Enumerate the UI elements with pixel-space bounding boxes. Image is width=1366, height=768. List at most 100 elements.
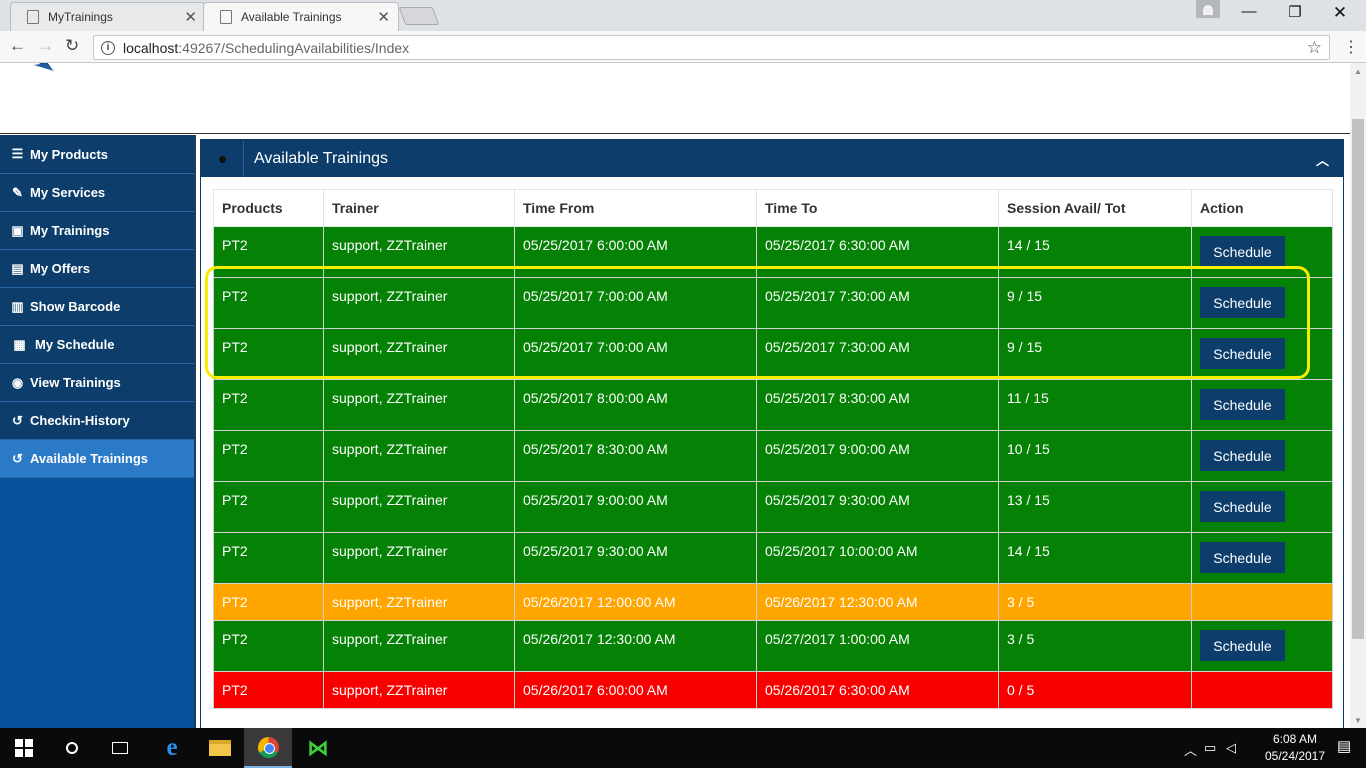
- table-row: PT2 support, ZZTrainer 05/25/2017 8:00:00 …: [213, 379, 1333, 431]
- column-header-products: Products: [213, 189, 324, 227]
- cell-product: PT2: [213, 430, 324, 482]
- volume-muted-icon[interactable]: ◁: [1226, 740, 1236, 756]
- bookmark-star-icon[interactable]: ☆: [1307, 38, 1322, 58]
- schedule-button[interactable]: Schedule: [1200, 287, 1285, 318]
- cell-sessions: 10 / 15: [998, 430, 1192, 482]
- cell-product: PT2: [213, 620, 324, 672]
- t-badge-icon: ▣: [11, 222, 24, 238]
- barcode-icon: ▥: [11, 298, 24, 314]
- sidebar-item-my-products[interactable]: ☰ My Products: [0, 135, 194, 174]
- scrollbar-thumb[interactable]: [1352, 119, 1364, 639]
- close-icon[interactable]: ✕: [184, 8, 197, 26]
- cell-time-to: 05/25/2017 8:30:00 AM: [756, 379, 999, 431]
- cell-time-to: 05/25/2017 7:30:00 AM: [756, 277, 999, 329]
- sidebar-item-my-offers[interactable]: ▤ My Offers: [0, 250, 194, 288]
- network-icon[interactable]: ▭: [1204, 740, 1216, 756]
- url-host: localhost: [123, 39, 179, 56]
- cell-action: Schedule: [1191, 379, 1333, 431]
- cell-trainer: support, ZZTrainer: [323, 671, 515, 709]
- column-header-action: Action: [1191, 189, 1333, 227]
- schedule-button[interactable]: Schedule: [1200, 338, 1285, 369]
- table-row: PT2 support, ZZTrainer 05/25/2017 6:00:00 …: [213, 226, 1333, 278]
- schedule-button[interactable]: Schedule: [1200, 236, 1285, 267]
- visual-studio-icon[interactable]: ⋈: [294, 728, 342, 768]
- notifications-icon[interactable]: ▤: [1337, 737, 1351, 755]
- schedule-button[interactable]: Schedule: [1200, 389, 1285, 420]
- scroll-up-arrow-icon[interactable]: ▲: [1354, 67, 1362, 76]
- cell-sessions: 11 / 15: [998, 379, 1192, 431]
- cell-time-to: 05/25/2017 9:30:00 AM: [756, 481, 999, 533]
- reload-icon[interactable]: ↻: [65, 36, 79, 56]
- cell-product: PT2: [213, 671, 324, 709]
- browser-toolbar: ← → ↻ i localhost:49267/SchedulingAvaila…: [0, 31, 1366, 63]
- schedule-button[interactable]: Schedule: [1200, 630, 1285, 661]
- minimize-icon[interactable]: —: [1229, 3, 1269, 20]
- sidebar-item-view-trainings[interactable]: ◉ View Trainings: [0, 364, 194, 402]
- sidebar-item-show-barcode[interactable]: ▥ Show Barcode: [0, 288, 194, 326]
- close-icon[interactable]: ✕: [377, 8, 390, 26]
- cell-trainer: support, ZZTrainer: [323, 532, 515, 584]
- sidebar-item-my-schedule[interactable]: ▦ My Schedule: [0, 326, 194, 364]
- sidebar-item-my-services[interactable]: ✎ My Services: [0, 174, 194, 212]
- cell-action: [1191, 671, 1333, 709]
- search-icon[interactable]: [48, 728, 96, 768]
- file-explorer-icon[interactable]: [196, 728, 244, 768]
- show-hidden-icons-icon[interactable]: ︿: [1184, 740, 1197, 759]
- table-row: PT2 support, ZZTrainer 05/25/2017 9:30:00 …: [213, 532, 1333, 584]
- cell-sessions: 3 / 5: [998, 620, 1192, 672]
- maximize-icon[interactable]: ❐: [1275, 3, 1315, 21]
- profile-icon[interactable]: [1196, 0, 1220, 18]
- cell-sessions: 14 / 15: [998, 226, 1192, 278]
- sidebar-item-label: My Trainings: [30, 223, 110, 238]
- cell-action: [1191, 583, 1333, 621]
- cell-trainer: support, ZZTrainer: [323, 379, 515, 431]
- table-header-row: Products Trainer Time From Time To Sessi…: [213, 189, 1333, 227]
- cell-product: PT2: [213, 328, 324, 380]
- schedule-button[interactable]: Schedule: [1200, 491, 1285, 522]
- tab-title: MyTrainings: [48, 10, 113, 24]
- cell-trainer: support, ZZTrainer: [323, 430, 515, 482]
- cell-time-from: 05/25/2017 8:30:00 AM: [514, 430, 757, 482]
- page-scrollbar[interactable]: ▲ ▼: [1350, 63, 1366, 728]
- cell-time-from: 05/25/2017 7:00:00 AM: [514, 277, 757, 329]
- table-row: PT2 support, ZZTrainer 05/25/2017 7:00:00 …: [213, 277, 1333, 329]
- schedule-button[interactable]: Schedule: [1200, 440, 1285, 471]
- tab-title: Available Trainings: [241, 10, 342, 24]
- sidebar-item-label: Available Trainings: [30, 451, 149, 466]
- address-bar[interactable]: i localhost:49267/SchedulingAvailabiliti…: [93, 35, 1330, 60]
- back-arrow-icon[interactable]: ←: [9, 36, 26, 56]
- sidebar-item-my-trainings[interactable]: ▣ My Trainings: [0, 212, 194, 250]
- cell-sessions: 14 / 15: [998, 532, 1192, 584]
- cell-trainer: support, ZZTrainer: [323, 583, 515, 621]
- column-header-sessions: Session Avail/ Tot: [998, 189, 1192, 227]
- start-button[interactable]: [0, 728, 48, 768]
- task-view-icon[interactable]: [96, 728, 144, 768]
- cell-action: Schedule: [1191, 430, 1333, 482]
- internet-explorer-icon[interactable]: e: [148, 728, 196, 768]
- new-tab-button[interactable]: [398, 7, 440, 25]
- cell-sessions: 0 / 5: [998, 671, 1192, 709]
- chrome-icon[interactable]: [244, 728, 292, 768]
- scroll-down-arrow-icon[interactable]: ▼: [1354, 716, 1362, 725]
- sidebar-item-available-trainings[interactable]: ↺ Available Trainings: [0, 440, 194, 478]
- clock-date[interactable]: 05/24/2017: [1260, 749, 1330, 763]
- info-icon[interactable]: i: [101, 40, 115, 55]
- forward-arrow-icon[interactable]: →: [37, 36, 54, 56]
- cell-action: Schedule: [1191, 532, 1333, 584]
- collapse-chevron-icon[interactable]: ︿: [1316, 150, 1329, 169]
- page-content: ☰ My Products ✎ My Services ▣ My Trainin…: [0, 63, 1350, 728]
- sidebar-item-label: My Services: [30, 185, 106, 200]
- tab-available-trainings[interactable]: Available Trainings ✕: [203, 2, 399, 31]
- cell-time-from: 05/25/2017 8:00:00 AM: [514, 379, 757, 431]
- schedule-button[interactable]: Schedule: [1200, 542, 1285, 573]
- cell-action: Schedule: [1191, 620, 1333, 672]
- sidebar-item-checkin-history[interactable]: ↺ Checkin-History: [0, 402, 194, 440]
- url-path: :49267/SchedulingAvailabilities/Index: [178, 39, 410, 56]
- cell-trainer: support, ZZTrainer: [323, 620, 515, 672]
- wrench-icon: ✎: [12, 184, 23, 200]
- browser-menu-icon[interactable]: ⋮: [1343, 37, 1359, 57]
- window-close-icon[interactable]: ✕: [1320, 3, 1360, 23]
- clock-time[interactable]: 6:08 AM: [1260, 732, 1330, 746]
- tab-mytrainings[interactable]: MyTrainings ✕: [10, 2, 206, 31]
- panel-title: Available Trainings: [254, 150, 389, 167]
